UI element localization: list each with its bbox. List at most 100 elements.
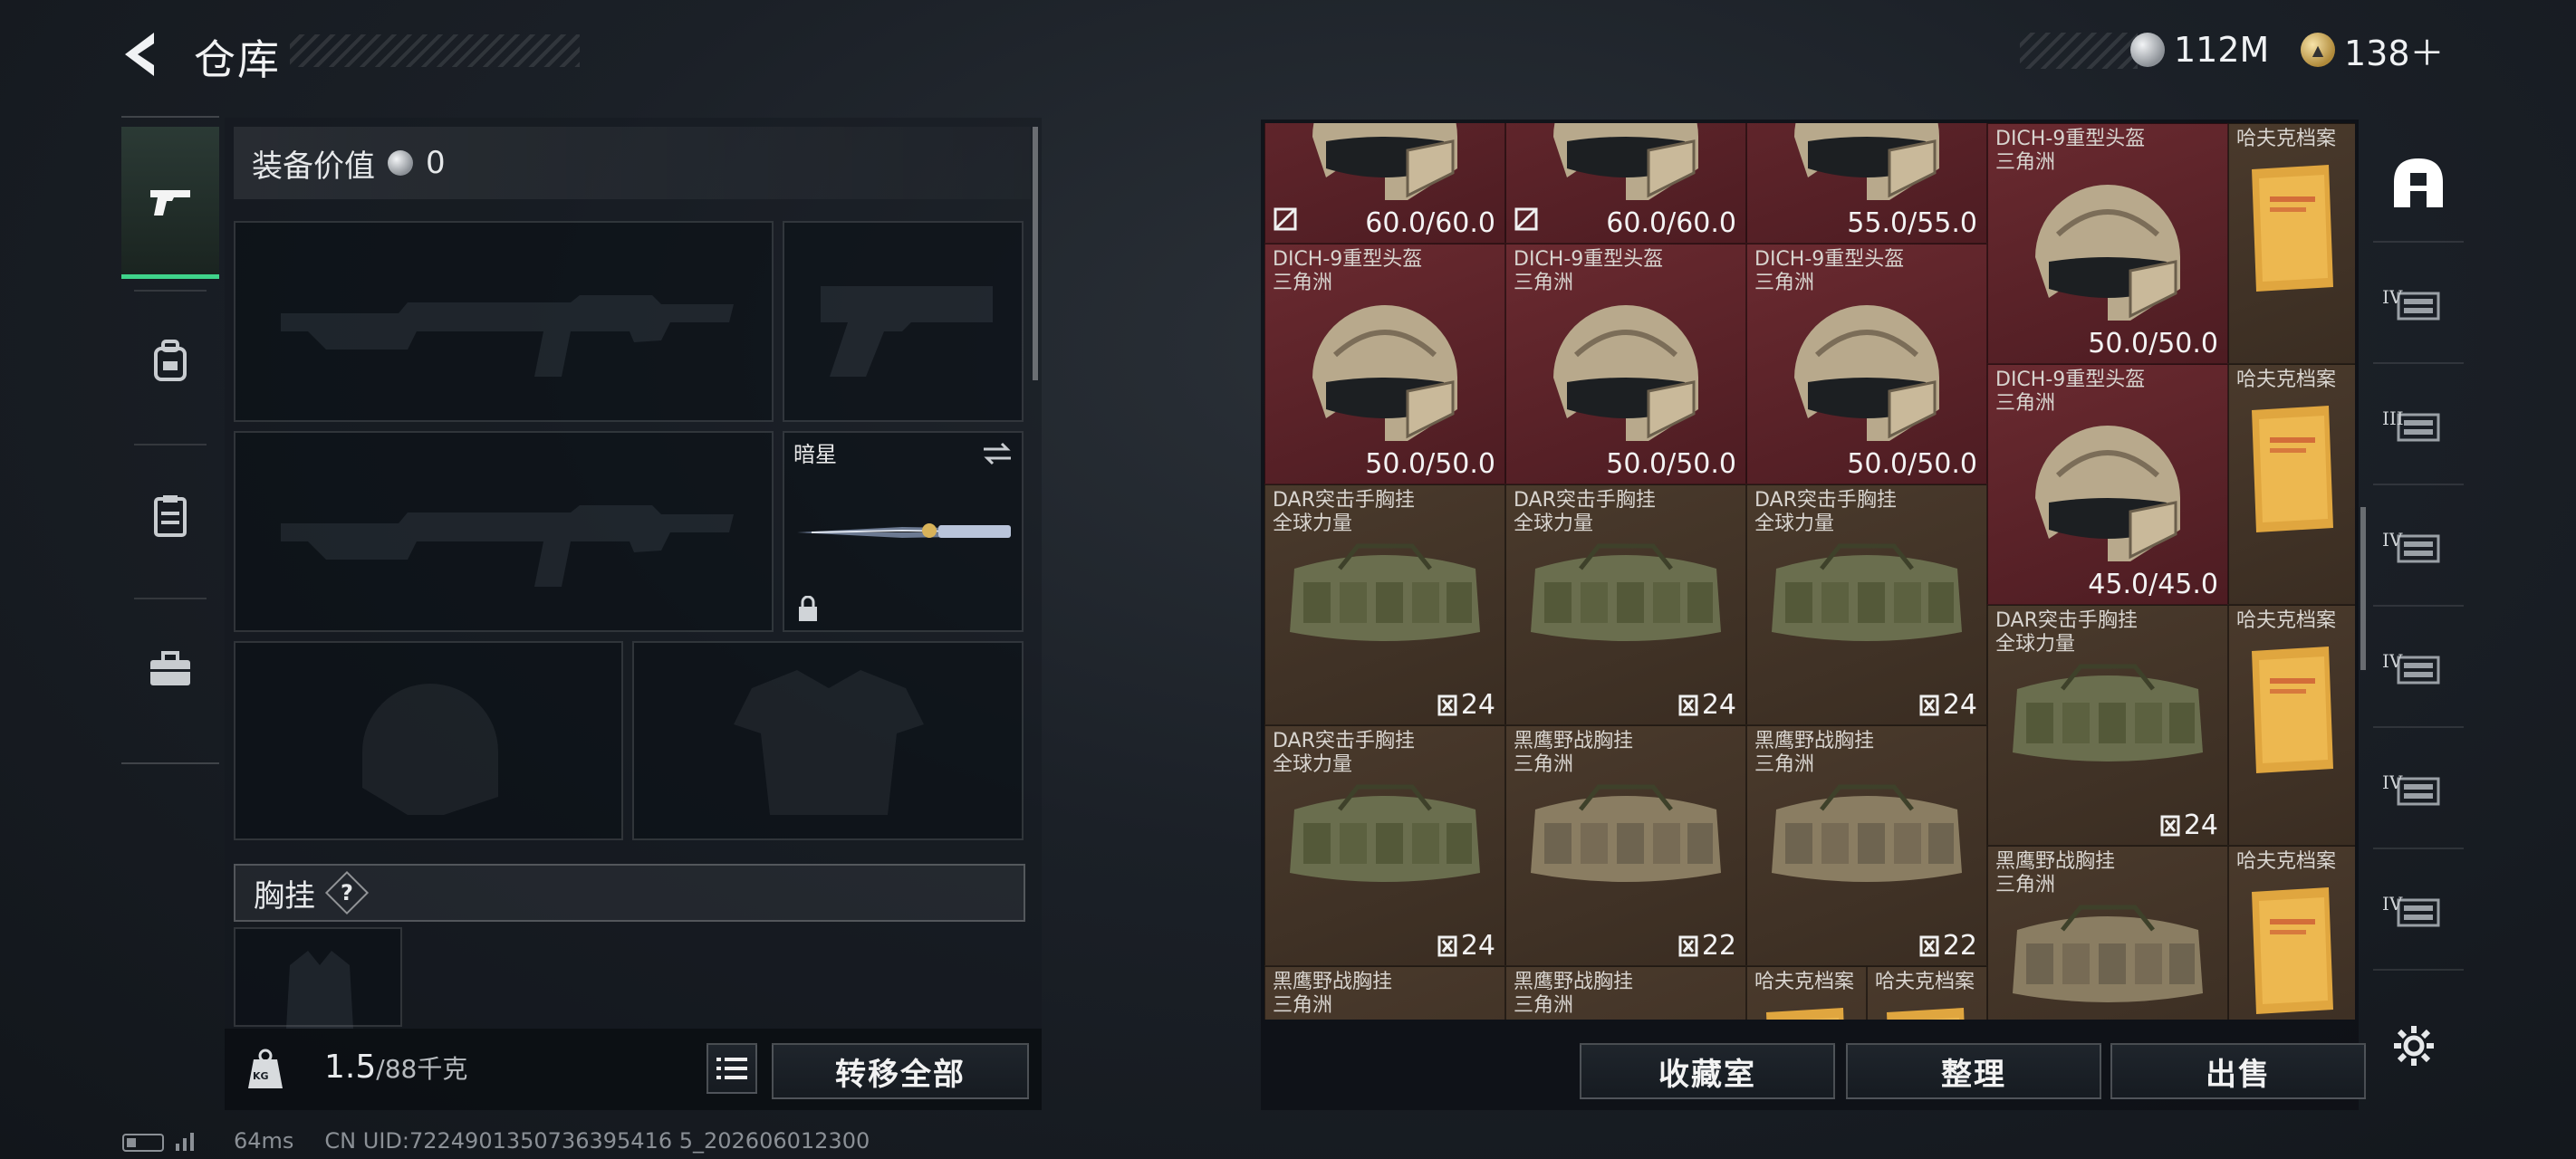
item-capacity: 24 — [2160, 809, 2218, 841]
settings-gear-icon[interactable] — [2391, 1023, 2437, 1068]
chest-rig-tan-icon — [2013, 905, 2203, 1002]
inventory-item[interactable]: DAR突击手胸挂 全球力量 24 — [1746, 484, 1987, 725]
broken-indicator — [1273, 206, 1298, 235]
chest-rig-slot[interactable] — [234, 927, 402, 1029]
silver-currency[interactable]: 112M — [2130, 27, 2269, 72]
inventory-item[interactable]: 哈夫克档案 — [2228, 364, 2355, 605]
category-nav — [121, 116, 219, 764]
storage-tab[interactable]: IV — [2373, 853, 2464, 971]
item-capacity-value: 22 — [1701, 930, 1736, 962]
inventory-item[interactable]: 哈夫克档案 — [2228, 123, 2355, 364]
item-subtitle: 全球力量 — [1754, 512, 1835, 535]
inventory-item[interactable]: DICH-9重型头盔 三角洲 50.0/50.0 — [1746, 244, 1987, 484]
item-name: DICH-9重型头盔 三角洲 — [1754, 248, 1904, 295]
inventory-item[interactable]: 55.0/55.0 — [1746, 123, 1987, 244]
melee-slot[interactable]: 暗星 — [783, 431, 1024, 632]
currency-decoration — [2020, 33, 2138, 69]
inventory-item[interactable]: 黑鹰野战胸挂 三角洲 22 — [1746, 725, 1987, 966]
item-subtitle: 全球力量 — [1514, 512, 1594, 535]
inventory-item[interactable]: DICH-9重型头盔 三角洲 50.0/50.0 — [1987, 123, 2228, 364]
item-durability: 60.0/60.0 — [1606, 207, 1736, 239]
armor-silhouette-icon — [734, 670, 924, 815]
item-capacity: 24 — [1678, 689, 1736, 721]
armor-slot[interactable] — [632, 641, 1024, 840]
item-subtitle: 全球力量 — [1273, 512, 1353, 535]
item-durability: 50.0/50.0 — [2088, 328, 2218, 359]
sell-button[interactable]: 出售 — [2110, 1043, 2366, 1099]
item-name: 黑鹰野战胸挂 三角洲 — [1754, 730, 1874, 777]
storage-tab[interactable]: IV — [2373, 489, 2464, 607]
sidearm-slot[interactable] — [783, 221, 1024, 422]
helmet-slot[interactable] — [234, 641, 623, 840]
item-name: 哈夫克档案 — [1754, 971, 1854, 994]
inventory-item[interactable]: DICH-9重型头盔 三角洲 45.0/45.0 — [1987, 364, 2228, 605]
capacity-icon — [1678, 935, 1698, 956]
inventory-item[interactable]: DICH-9重型头盔 三角洲 50.0/50.0 — [1505, 244, 1746, 484]
inventory-item[interactable]: 哈夫克档案 — [1746, 966, 1867, 1020]
inventory-item[interactable]: 哈夫克档案 — [1867, 966, 1987, 1020]
pistol-icon — [150, 189, 190, 216]
storage-tab[interactable]: III — [2373, 368, 2464, 485]
item-title: DAR突击手胸挂 — [1273, 730, 1415, 752]
back-arrow-icon[interactable] — [118, 27, 163, 81]
secondary-weapon-slot[interactable] — [234, 431, 774, 632]
item-title: 黑鹰野战胸挂 — [1273, 971, 1393, 993]
storage-tab[interactable]: IV — [2373, 732, 2464, 849]
nav-clipboard[interactable] — [121, 447, 219, 583]
nav-backpack[interactable] — [121, 293, 219, 429]
transfer-all-button[interactable]: 转移全部 — [772, 1043, 1029, 1099]
storage-tab[interactable]: IV — [2373, 246, 2464, 364]
item-title: 哈夫克档案 — [2236, 369, 2337, 391]
chest-rig-silhouette-icon — [286, 951, 353, 1029]
inventory-item[interactable]: 黑鹰野战胸挂 三角洲 — [1987, 846, 2228, 1020]
inventory-item[interactable]: DICH-9重型头盔 三角洲 50.0/50.0 — [1264, 244, 1505, 484]
page-title: 仓库 — [194, 35, 281, 84]
inventory-item[interactable]: 黑鹰野战胸挂 三角洲 — [1264, 966, 1505, 1020]
weight-icon — [248, 1049, 283, 1088]
item-name: DAR突击手胸挂 全球力量 — [1273, 489, 1415, 536]
capacity-icon — [1678, 694, 1698, 715]
document-folder-icon — [2252, 887, 2333, 1014]
equipment-scrollbar[interactable] — [1033, 127, 1038, 380]
collection-room-button[interactable]: 收藏室 — [1580, 1043, 1835, 1099]
inventory-item[interactable]: DAR突击手胸挂 全球力量 24 — [1505, 484, 1746, 725]
inventory-item[interactable]: 哈夫克档案 — [2228, 605, 2355, 846]
item-name: DICH-9重型头盔 三角洲 — [1995, 369, 2145, 416]
inventory-item[interactable]: 60.0/60.0 — [1264, 123, 1505, 244]
inventory-item[interactable]: DAR突击手胸挂 全球力量 24 — [1987, 605, 2228, 846]
chest-rig-tan-icon — [1531, 784, 1721, 882]
inventory-item[interactable]: DAR突击手胸挂 全球力量 24 — [1264, 725, 1505, 966]
storage-tabs: IV III IV IV IV IV — [2373, 125, 2464, 1012]
weight-readout: 1.5/88千克 — [324, 1049, 467, 1086]
item-capacity-value: 24 — [2183, 809, 2218, 841]
battery-signal-icon — [122, 1133, 194, 1152]
chest-rig-tan-icon — [1772, 784, 1962, 882]
inventory-item[interactable]: DAR突击手胸挂 全球力量 24 — [1264, 484, 1505, 725]
helmet-icon — [1553, 123, 1698, 200]
primary-weapon-slot[interactable] — [234, 221, 774, 422]
sort-button[interactable]: 整理 — [1846, 1043, 2101, 1099]
item-name: DICH-9重型头盔 三角洲 — [1273, 248, 1422, 295]
inventory-item[interactable]: 哈夫克档案 — [2228, 846, 2355, 1020]
inventory-scrollbar[interactable] — [2360, 507, 2366, 670]
item-title: 黑鹰野战胸挂 — [1754, 730, 1875, 752]
gold-currency[interactable]: ▲ 138＋ — [2301, 27, 2445, 73]
item-subtitle: 三角洲 — [1514, 272, 1574, 294]
item-name: 黑鹰野战胸挂 三角洲 — [1514, 730, 1633, 777]
list-view-button[interactable] — [706, 1043, 757, 1094]
storage-tab[interactable]: IV — [2373, 610, 2464, 728]
storage-level: IV — [2382, 529, 2403, 551]
inventory-item[interactable]: 黑鹰野战胸挂 三角洲 22 — [1505, 725, 1746, 966]
nav-weapons[interactable] — [121, 127, 219, 279]
swap-icon[interactable] — [980, 440, 1014, 467]
shelter-icon — [2394, 158, 2443, 207]
help-icon[interactable]: ? — [324, 870, 370, 915]
storage-tab[interactable] — [2373, 125, 2464, 243]
storage-level: IV — [2382, 286, 2403, 308]
pistol-silhouette-icon — [821, 286, 993, 377]
item-title: DICH-9重型头盔 — [1273, 248, 1423, 271]
nav-toolbox[interactable] — [121, 601, 219, 737]
inventory-item[interactable]: 黑鹰野战胸挂 三角洲 — [1505, 966, 1746, 1020]
chest-rig-icon — [1290, 784, 1480, 882]
inventory-item[interactable]: 60.0/60.0 — [1505, 123, 1746, 244]
